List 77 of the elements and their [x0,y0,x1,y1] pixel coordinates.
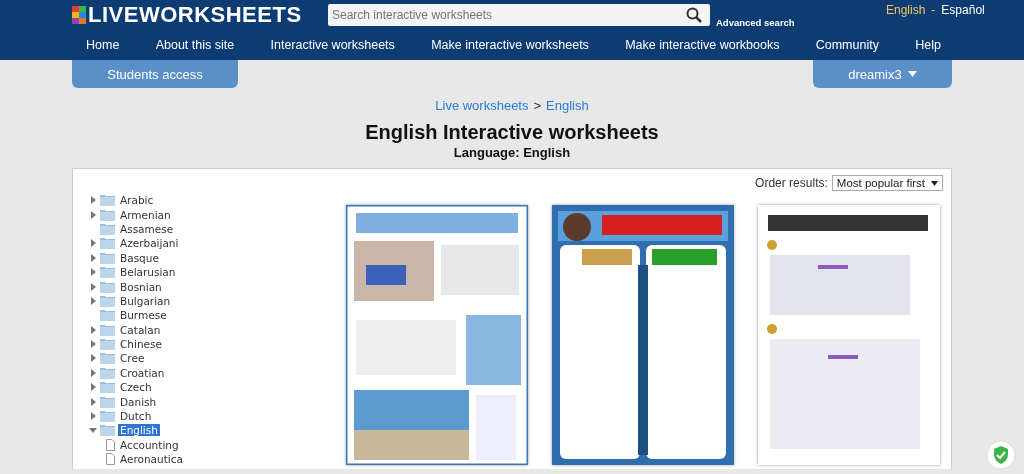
document-icon [106,453,115,466]
order-label: Order results: [755,176,828,190]
expand-arrow-icon[interactable] [89,368,97,377]
nav-link[interactable]: Make interactive workbooks [625,38,780,52]
tree-item[interactable]: Czech [118,381,154,394]
tree-item[interactable]: Danish [118,395,159,408]
dropdown-arrow-icon [931,180,938,186]
tree-item[interactable]: English [118,424,160,437]
folder-icon [100,237,115,250]
expand-arrow-icon[interactable] [89,239,97,248]
document-icon [106,438,115,451]
logo-icon [72,6,86,24]
folder-icon [100,280,115,293]
separator: - [931,3,936,17]
tree-item[interactable]: Bulgarian [118,294,173,307]
tree-item[interactable]: Basque [118,251,161,264]
nav-link[interactable]: Make interactive worksheets [431,38,589,52]
folder-icon [100,410,115,423]
page-subtitle: Language: English [452,145,572,160]
tree-item[interactable]: Aeronautica [118,453,185,466]
advanced-search-link[interactable]: Advanced search [716,17,876,28]
nav-link[interactable]: Community [815,38,879,52]
tree-item[interactable]: Chinese [118,338,164,351]
folder-icon [100,309,115,322]
tree-item[interactable]: Accounting [118,438,181,451]
tree-item[interactable]: Azerbaijani [118,237,181,250]
folder-icon [100,338,115,351]
folder-icon [100,194,115,207]
site-logo[interactable]: LIVEWORKSHEETS [88,2,302,28]
expand-arrow-icon[interactable] [89,210,97,219]
nav-link[interactable]: About this site [155,38,235,52]
breadcrumb-separator: > [533,98,542,113]
folder-icon [100,294,115,307]
tree-item[interactable]: Bosnian [118,280,164,293]
folder-icon [100,395,115,408]
tree-item[interactable]: Assamese [118,222,176,235]
folder-icon [100,266,115,279]
shield-icon[interactable] [986,440,1016,470]
expand-arrow-icon[interactable] [89,282,97,291]
expand-arrow-icon[interactable] [89,383,97,392]
expand-arrow-icon[interactable] [89,397,97,406]
expand-arrow-icon[interactable] [89,268,97,277]
nav-link[interactable]: Help [915,38,941,52]
folder-icon [100,323,115,336]
caret-icon [907,71,917,77]
expand-arrow-icon[interactable] [89,340,97,349]
collapse-arrow-icon[interactable] [89,426,97,435]
nav-link[interactable]: Home [86,38,120,52]
tree-item[interactable]: Cree [118,352,147,365]
expand-arrow-icon[interactable] [89,196,97,205]
expand-arrow-icon[interactable] [89,325,97,334]
breadcrumb-link[interactable]: Live worksheets [435,98,529,113]
tree-item[interactable]: Dutch [118,410,154,423]
folder-icon [100,352,115,365]
folder-icon [100,424,115,437]
tree-item[interactable]: Arabic [118,194,156,207]
language-link[interactable]: English [886,3,926,17]
search-icon[interactable] [686,7,702,23]
page-title: English Interactive worksheets [364,121,660,144]
breadcrumb-link[interactable]: English [546,98,589,113]
expand-arrow-icon[interactable] [89,354,97,363]
tree-item[interactable]: Croatian [118,366,167,379]
order-dropdown[interactable]: Most popular first [831,175,943,191]
expand-arrow-icon[interactable] [89,296,97,305]
tree-item[interactable]: Armenian [118,208,173,221]
folder-icon [100,222,115,235]
folder-icon [100,381,115,394]
expand-arrow-icon[interactable] [89,253,97,262]
tree-item[interactable]: Catalan [118,323,163,336]
folder-icon [100,251,115,264]
expand-arrow-icon[interactable] [89,412,97,421]
tree-item[interactable]: Burmese [118,309,169,322]
folder-icon [100,366,115,379]
folder-icon [100,208,115,221]
tree-item[interactable]: Belarusian [118,266,178,279]
nav-link[interactable]: Interactive worksheets [270,38,395,52]
language-link[interactable]: Español [941,3,985,17]
